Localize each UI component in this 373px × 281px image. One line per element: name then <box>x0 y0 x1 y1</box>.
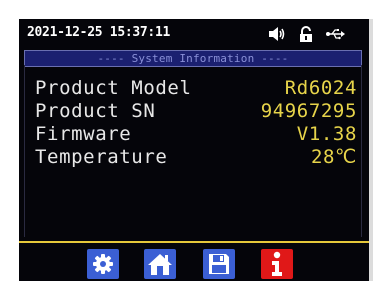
info-value: 94967295 <box>260 100 357 122</box>
info-icon <box>272 251 282 276</box>
info-label: Firmware <box>35 123 132 145</box>
info-row-product-model: Product Model Rd6024 <box>35 77 357 99</box>
info-row-temperature: Temperature 28℃ <box>35 146 357 168</box>
home-button[interactable] <box>144 249 176 279</box>
info-label: Temperature <box>35 146 168 168</box>
save-button[interactable] <box>203 249 235 279</box>
status-bar: 2021-12-25 15:37:11 <box>19 19 369 49</box>
info-button[interactable] <box>261 249 293 279</box>
info-value: V1.38 <box>296 123 357 145</box>
device-screen: 2021-12-25 15:37:11 ---- System Informat… <box>19 19 369 281</box>
info-value: 28℃ <box>310 146 357 168</box>
usb-icon <box>325 25 347 43</box>
speaker-icon <box>267 25 287 43</box>
home-icon <box>148 254 172 275</box>
info-label: Product SN <box>35 100 156 122</box>
info-label: Product Model <box>35 77 192 99</box>
info-value: Rd6024 <box>284 77 357 99</box>
info-row-product-sn: Product SN 94967295 <box>35 100 357 122</box>
screen-bezel <box>369 19 373 281</box>
datetime-display: 2021-12-25 15:37:11 <box>27 25 171 40</box>
info-row-firmware: Firmware V1.38 <box>35 123 357 145</box>
save-icon <box>209 254 229 274</box>
toolbar-divider <box>19 241 369 243</box>
gear-icon <box>93 254 113 274</box>
settings-button[interactable] <box>87 249 119 279</box>
unlock-icon <box>297 25 315 43</box>
